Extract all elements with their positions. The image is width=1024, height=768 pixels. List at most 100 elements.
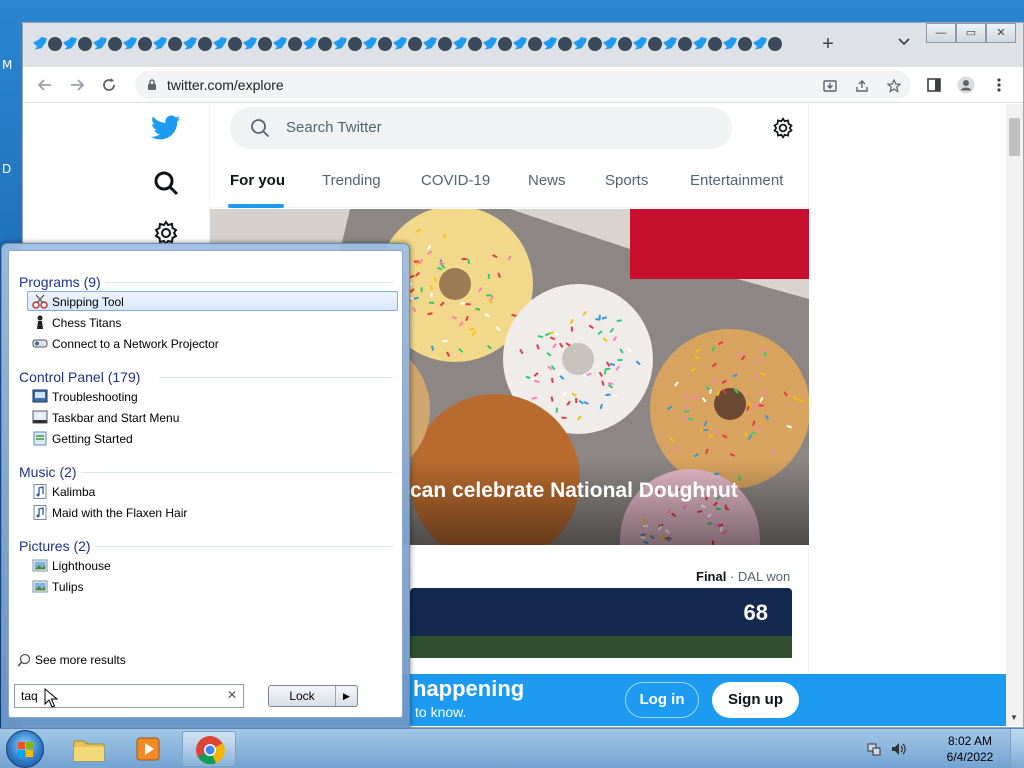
tab-favicon-icon[interactable] xyxy=(33,37,47,50)
tab-favicon-icon[interactable] xyxy=(168,37,182,51)
side-panel-icon[interactable] xyxy=(922,73,946,97)
taskbar-explorer[interactable] xyxy=(62,731,116,767)
tab-favicon-icon[interactable] xyxy=(243,37,257,50)
tab-favicon-icon[interactable] xyxy=(618,37,632,51)
result-tulips[interactable]: Tulips xyxy=(27,576,398,596)
tab-favicon-icon[interactable] xyxy=(78,37,92,51)
volume-icon[interactable] xyxy=(890,741,906,757)
show-desktop-button[interactable] xyxy=(1010,729,1024,768)
scroll-down-arrow-icon[interactable]: ▼ xyxy=(1010,713,1018,722)
result-snipping-tool[interactable]: Snipping Tool xyxy=(27,291,398,311)
tab-favicon-icon[interactable] xyxy=(228,37,242,51)
tab-favicon-icon[interactable] xyxy=(198,37,212,51)
result-getting-started[interactable]: Getting Started xyxy=(27,428,398,448)
tab-favicon-icon[interactable] xyxy=(723,37,737,50)
tab-favicon-icon[interactable] xyxy=(48,37,62,51)
sign-up-button[interactable]: Sign up xyxy=(712,682,799,718)
tab-favicon-icon[interactable] xyxy=(678,37,692,51)
install-app-icon[interactable] xyxy=(821,77,839,95)
tab-favicon-icon[interactable] xyxy=(153,37,167,50)
clock[interactable]: 8:02 AM 6/4/2022 xyxy=(940,733,1000,765)
lock-button[interactable]: Lock ▶ xyxy=(268,685,358,707)
power-options-arrow-icon[interactable]: ▶ xyxy=(335,686,357,706)
result-chess-titans[interactable]: Chess Titans xyxy=(27,312,398,332)
scrollbar-thumb[interactable] xyxy=(1009,118,1020,156)
group-control-panel[interactable]: Control Panel (179) xyxy=(19,369,140,385)
tab-favicon-icon[interactable] xyxy=(483,37,497,50)
share-icon[interactable] xyxy=(853,77,871,95)
tab-favicon-icon[interactable] xyxy=(363,37,377,50)
log-in-button[interactable]: Log in xyxy=(625,682,699,718)
group-programs[interactable]: Programs (9) xyxy=(19,274,101,290)
tab-favicon-icon[interactable] xyxy=(303,37,317,50)
tab-for-you[interactable]: For you xyxy=(230,172,285,189)
taskbar-media-player[interactable] xyxy=(122,731,176,767)
back-icon[interactable] xyxy=(33,73,57,97)
tab-favicon-icon[interactable] xyxy=(108,37,122,51)
tab-favicon-icon[interactable] xyxy=(273,37,287,50)
tab-favicon-icon[interactable] xyxy=(768,37,782,51)
profile-avatar-icon[interactable] xyxy=(954,73,978,97)
tab-favicon-icon[interactable] xyxy=(753,37,767,50)
tab-favicon-icon[interactable] xyxy=(603,37,617,50)
tab-favicon-icon[interactable] xyxy=(588,37,602,51)
tab-favicon-icon[interactable] xyxy=(393,37,407,50)
tab-favicon-icon[interactable] xyxy=(63,37,77,50)
result-kalimba[interactable]: Kalimba xyxy=(27,481,398,501)
score-card[interactable]: 68 xyxy=(410,588,792,658)
result-network-projector[interactable]: Connect to a Network Projector xyxy=(27,333,398,353)
tab-favicon-icon[interactable] xyxy=(438,37,452,51)
tab-favicon-icon[interactable] xyxy=(528,37,542,51)
explore-search-icon[interactable] xyxy=(153,170,179,196)
tab-news[interactable]: News xyxy=(528,172,566,189)
tab-favicon-icon[interactable] xyxy=(453,37,467,50)
result-maid-flaxen-hair[interactable]: Maid with the Flaxen Hair xyxy=(27,502,398,522)
tab-favicon-icon[interactable] xyxy=(123,37,137,50)
tab-favicon-icon[interactable] xyxy=(348,37,362,51)
tab-search-chevron-icon[interactable] xyxy=(895,36,913,54)
maximize-button[interactable]: ▭ xyxy=(956,23,986,43)
tab-favicon-icon[interactable] xyxy=(333,37,347,50)
tab-favicon-icon[interactable] xyxy=(648,37,662,51)
tab-favicon-icon[interactable] xyxy=(468,37,482,51)
tab-favicon-icon[interactable] xyxy=(183,37,197,50)
result-taskbar-start-menu[interactable]: Taskbar and Start Menu xyxy=(27,407,398,427)
close-button[interactable]: ✕ xyxy=(986,23,1016,43)
twitter-bird-icon[interactable] xyxy=(151,115,181,141)
forward-icon[interactable] xyxy=(65,73,89,97)
tab-sports[interactable]: Sports xyxy=(605,172,648,189)
tab-favicon-icon[interactable] xyxy=(288,37,302,51)
page-scrollbar[interactable]: ▼ xyxy=(1006,104,1023,726)
tab-favicon-icon[interactable] xyxy=(558,37,572,51)
tab-favicon-icon[interactable] xyxy=(318,37,332,51)
tab-favicon-icon[interactable] xyxy=(408,37,422,51)
tab-favicon-icon[interactable] xyxy=(708,37,722,51)
tab-favicon-icon[interactable] xyxy=(138,37,152,51)
clear-search-icon[interactable]: ✕ xyxy=(227,688,237,702)
bookmark-star-icon[interactable] xyxy=(885,77,903,95)
network-icon[interactable] xyxy=(866,741,882,757)
group-music[interactable]: Music (2) xyxy=(19,464,77,480)
tab-favicon-icon[interactable] xyxy=(663,37,677,50)
twitter-search-input[interactable]: Search Twitter xyxy=(230,107,732,149)
result-troubleshooting[interactable]: Troubleshooting xyxy=(27,386,398,406)
taskbar-chrome[interactable] xyxy=(182,731,236,767)
tab-favicon-icon[interactable] xyxy=(378,37,392,51)
start-button[interactable] xyxy=(6,730,44,768)
tab-favicon-icon[interactable] xyxy=(258,37,272,51)
tab-favicon-icon[interactable] xyxy=(738,37,752,51)
address-bar[interactable]: twitter.com/explore xyxy=(135,71,911,99)
group-pictures[interactable]: Pictures (2) xyxy=(19,538,91,554)
new-tab-button[interactable]: + xyxy=(818,34,838,54)
tab-favicon-icon[interactable] xyxy=(498,37,512,51)
result-lighthouse[interactable]: Lighthouse xyxy=(27,555,398,575)
tab-trending[interactable]: Trending xyxy=(322,172,381,189)
see-more-results-link[interactable]: See more results xyxy=(17,653,126,667)
tab-entertainment[interactable]: Entertainment xyxy=(690,172,783,189)
tab-favicon-icon[interactable] xyxy=(423,37,437,50)
tab-favicon-icon[interactable] xyxy=(693,37,707,50)
minimize-button[interactable]: — xyxy=(926,23,956,43)
tab-favicon-icon[interactable] xyxy=(543,37,557,50)
explore-settings-gear-icon[interactable] xyxy=(772,117,794,139)
tab-favicon-icon[interactable] xyxy=(513,37,527,50)
